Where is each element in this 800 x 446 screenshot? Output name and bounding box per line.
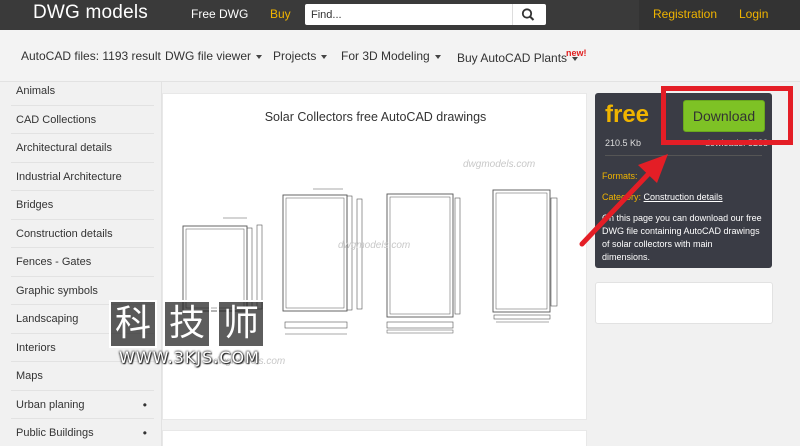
sidebar-item-construction-details[interactable]: Construction details [11, 220, 154, 248]
top-navbar: DWG models Free DWG Buy Registration Log… [0, 0, 800, 30]
panel-divider [605, 155, 762, 156]
filter-bar: AutoCAD files: 1193 result DWG file view… [0, 30, 800, 82]
caret-down-icon [256, 54, 263, 59]
site-logo[interactable]: DWG models [33, 2, 148, 24]
category-label: Category: [602, 192, 642, 202]
sidebar-item-label: CAD Collections [16, 113, 97, 126]
filter-label: DWG file viewer [165, 49, 252, 63]
category-sidebar: Animals CAD Collections Architectural deta… [11, 77, 154, 446]
filter-label: Buy AutoCAD Plants [457, 51, 568, 65]
watermark-url: WWW.3KJS.COM [119, 348, 260, 367]
search-input[interactable] [305, 4, 510, 25]
category-link[interactable]: Construction details [644, 192, 723, 202]
side-info-box [595, 282, 773, 324]
sidebar-item-label: Public Buildings [16, 427, 94, 439]
annotation-highlight-box [661, 86, 793, 145]
sidebar-item-public-buildings[interactable]: Public Buildings • [11, 419, 154, 446]
sidebar-item-industrial-architecture[interactable]: Industrial Architecture [11, 163, 154, 191]
filter-dwg-viewer[interactable]: DWG file viewer [165, 49, 263, 63]
search-box [305, 4, 546, 25]
filter-label: For 3D Modeling [341, 49, 430, 63]
new-badge: new! [566, 48, 587, 58]
drawing-preview-card: Solar Collectors free AutoCAD drawings d… [162, 93, 587, 420]
cad-drawing-preview[interactable] [163, 94, 588, 421]
sidebar-item-label: Urban planing [16, 398, 85, 411]
watermark-char: 技 [163, 300, 211, 348]
sidebar-item-label: Graphic symbols [16, 284, 98, 297]
caret-down-icon [434, 54, 441, 59]
submenu-indicator-icon: • [142, 426, 147, 440]
watermark-text: dwgmodels.com [463, 159, 536, 170]
sidebar-item-label: Bridges [16, 199, 54, 211]
login-link[interactable]: Login [739, 7, 768, 21]
sidebar-item-label: Interiors [16, 341, 56, 354]
formats-label: Formats: [602, 171, 638, 181]
sidebar-item-fences-gates[interactable]: Fences - Gates [11, 248, 154, 277]
sidebar-item-label: Maps [16, 370, 43, 382]
watermark-char: 师 [217, 300, 265, 348]
search-icon [521, 8, 535, 21]
sidebar-item-label: Landscaping [16, 313, 79, 325]
filter-3d-modeling[interactable]: For 3D Modeling [341, 49, 441, 63]
filter-buy-plants[interactable]: Buy AutoCAD Plants [457, 51, 579, 65]
sidebar-item-cad-collections[interactable]: CAD Collections [11, 106, 154, 134]
search-button[interactable] [517, 7, 539, 22]
watermark-char: 科 [109, 300, 157, 348]
result-count: AutoCAD files: 1193 result [21, 49, 161, 63]
registration-link[interactable]: Registration [653, 7, 717, 21]
file-description: On this page you can download our free D… [602, 213, 762, 262]
sidebar-item-label: Architectural details [16, 142, 112, 154]
watermark-text: dwgmodels.com [338, 240, 411, 251]
sidebar-item-animals[interactable]: Animals [11, 77, 154, 106]
sidebar-item-label: Industrial Architecture [16, 170, 122, 183]
nav-free-dwg-link[interactable]: Free DWG [191, 7, 248, 21]
sidebar-item-label: Fences - Gates [16, 256, 92, 268]
submenu-indicator-icon: • [142, 397, 147, 412]
category-row: Category: Construction details [602, 192, 723, 202]
sidebar-item-label: Construction details [16, 227, 113, 240]
caret-down-icon [321, 54, 328, 59]
filter-projects[interactable]: Projects [273, 49, 328, 63]
filter-label: Projects [273, 49, 317, 63]
sidebar-item-bridges[interactable]: Bridges [11, 191, 154, 220]
nav-buy-link[interactable]: Buy [270, 7, 291, 21]
sidebar-item-architectural-details[interactable]: Architectural details [11, 134, 154, 163]
price-label: free [605, 101, 650, 128]
sidebar-item-label: Animals [16, 85, 56, 97]
search-divider [512, 4, 513, 25]
sidebar-item-urban-planing[interactable]: Urban planing • [11, 391, 154, 419]
secondary-card [162, 430, 587, 446]
file-size: 210.5 Kb [605, 138, 642, 148]
